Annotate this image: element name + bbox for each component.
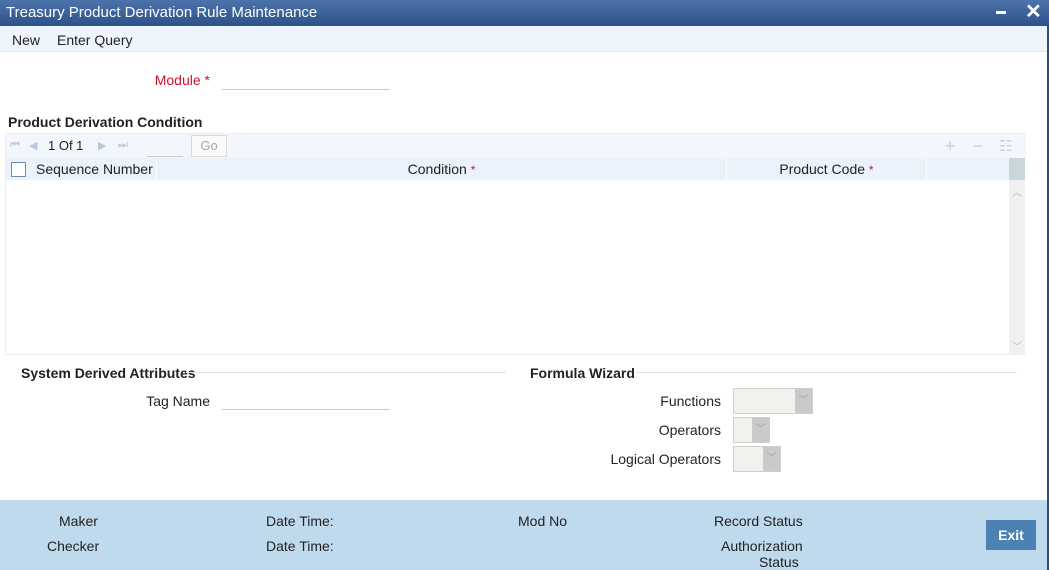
module-label-text: Module — [154, 72, 201, 88]
authorization-status-label: Authorization — [721, 538, 803, 554]
scroll-up-icon[interactable]: ︿ — [1012, 184, 1022, 199]
previous-page-icon[interactable]: ◀ — [29, 139, 37, 152]
operators-label: Operators — [658, 422, 721, 438]
grid-header: Sequence Number Condition * Product Code… — [6, 158, 1009, 180]
required-mark: * — [204, 72, 210, 88]
column-filler — [927, 158, 1009, 180]
menu-new[interactable]: New — [12, 32, 40, 48]
first-page-icon[interactable]: ⏮ — [10, 139, 20, 152]
record-status-label: Record Status — [714, 513, 803, 529]
divider — [186, 372, 506, 373]
add-row-icon[interactable]: + — [945, 136, 956, 157]
audit-footer: Maker Checker Date Time: Date Time: Mod … — [0, 500, 1047, 570]
chevron-down-icon: ﹀ — [795, 389, 812, 413]
menu-bar: New Enter Query — [0, 26, 1047, 52]
title-bar: Treasury Product Derivation Rule Mainten… — [0, 0, 1049, 26]
divider — [636, 372, 1017, 373]
column-sequence-number: Sequence Number — [6, 158, 157, 180]
formula-wizard-title: Formula Wizard — [530, 365, 635, 381]
maker-datetime-label: Date Time: — [266, 513, 334, 529]
column-product-code: Product Code * — [727, 158, 927, 180]
chevron-down-icon: ﹀ — [752, 418, 769, 442]
system-derived-title: System Derived Attributes — [21, 365, 196, 381]
column-label: Condition — [407, 161, 467, 177]
logical-operators-label: Logical Operators — [610, 451, 721, 467]
page-number-input[interactable] — [147, 137, 183, 157]
vertical-scrollbar[interactable]: ︿ ﹀ — [1009, 158, 1025, 354]
column-label: Product Code — [779, 161, 866, 177]
logical-operators-select[interactable]: ﹀ — [733, 446, 781, 472]
close-icon[interactable]: ✕ — [1025, 1, 1042, 23]
tag-name-input[interactable] — [222, 388, 390, 410]
authorization-status-label-line2: Status — [759, 554, 799, 570]
last-page-icon[interactable]: ⏭ — [118, 139, 128, 152]
scroll-down-icon[interactable]: ﹀ — [1012, 338, 1022, 353]
column-condition: Condition * — [157, 158, 727, 180]
grid-toolbar: ⏮ ◀ 1 Of 1 ▶ ⏭ Go + − ☷ — [6, 134, 1026, 158]
tag-name-label: Tag Name — [146, 393, 210, 409]
maker-label: Maker — [59, 513, 98, 529]
required-mark: * — [868, 163, 874, 177]
pager-text: 1 Of 1 — [48, 138, 84, 153]
chevron-down-icon: ﹀ — [763, 447, 780, 471]
module-label: Module * — [140, 72, 210, 88]
minimize-icon[interactable] — [996, 11, 1006, 14]
operators-select[interactable]: ﹀ — [733, 417, 770, 443]
required-mark: * — [470, 163, 476, 177]
module-input[interactable] — [222, 68, 390, 90]
window: Treasury Product Derivation Rule Mainten… — [0, 0, 1049, 570]
checker-label: Checker — [47, 538, 100, 554]
scrollbar-thumb[interactable] — [1009, 158, 1025, 180]
next-page-icon[interactable]: ▶ — [98, 139, 106, 152]
single-view-icon[interactable]: ☷ — [999, 137, 1012, 155]
functions-select[interactable]: ﹀ — [733, 388, 813, 414]
window-title: Treasury Product Derivation Rule Mainten… — [6, 4, 318, 21]
checker-datetime-label: Date Time: — [266, 538, 334, 554]
condition-section-title: Product Derivation Condition — [8, 114, 203, 130]
delete-row-icon[interactable]: − — [973, 136, 984, 157]
column-label: Sequence Number — [36, 161, 153, 177]
go-button[interactable]: Go — [191, 135, 227, 157]
select-all-checkbox[interactable] — [11, 162, 26, 177]
condition-grid: ⏮ ◀ 1 Of 1 ▶ ⏭ Go + − ☷ Sequence Number … — [5, 133, 1026, 355]
mod-no-label: Mod No — [518, 513, 568, 529]
functions-label: Functions — [660, 393, 721, 409]
exit-button[interactable]: Exit — [986, 520, 1036, 550]
menu-enter-query[interactable]: Enter Query — [57, 32, 132, 48]
